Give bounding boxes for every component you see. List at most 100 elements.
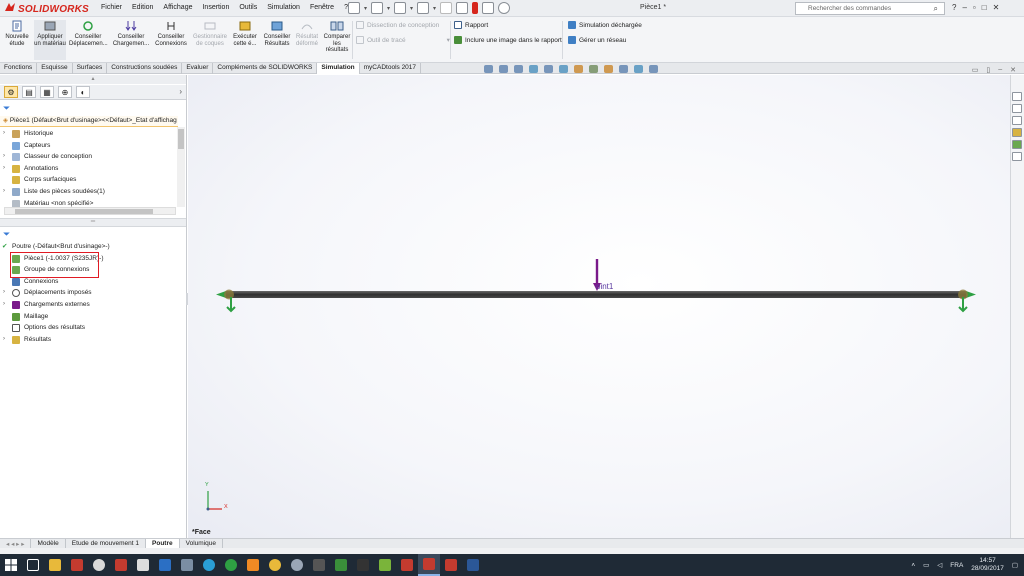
maximize-icon[interactable]: □ [982, 3, 987, 12]
panel-collapse-handle[interactable]: ▴ [0, 75, 186, 84]
help-button[interactable]: ? [952, 3, 956, 12]
study-item-deplacements[interactable]: › Déplacements imposés [0, 287, 186, 299]
tab-constructions-soudees[interactable]: Constructions soudées [107, 63, 183, 74]
file-explorer-icon[interactable] [1012, 116, 1022, 125]
taskbar-app-explorer[interactable] [44, 554, 66, 576]
close-icon[interactable]: ✕ [993, 3, 1000, 12]
zoom-area-icon[interactable] [499, 65, 508, 73]
graphics-area[interactable]: oint1 Y X *Face [188, 75, 1010, 538]
deformed-result-button[interactable]: Résultat déformé [294, 20, 320, 47]
taskbar-app-outlook[interactable] [154, 554, 176, 576]
design-dissection-button[interactable]: Dissection de conception [356, 21, 439, 29]
chevron-down-icon[interactable]: ▾ [410, 5, 413, 12]
hide-show-icon[interactable] [574, 65, 583, 73]
menu-fenetre[interactable]: Fenêtre [305, 4, 339, 11]
feature-manager-tab-icon[interactable]: ⚙ [4, 86, 18, 98]
previous-view-icon[interactable] [514, 65, 523, 73]
trace-tool-button[interactable]: Outil de tracé ▾ [356, 36, 450, 44]
apply-material-button[interactable]: Appliquer un matériau [34, 20, 66, 60]
beam-model[interactable] [188, 75, 1010, 538]
notifications-icon[interactable]: ▢ [1012, 561, 1018, 569]
compare-results-button[interactable]: Comparer les résultats [322, 20, 352, 54]
tab-fonctions[interactable]: Fonctions [0, 63, 38, 74]
menu-affichage[interactable]: Affichage [158, 4, 197, 11]
taskbar-app-misc[interactable] [176, 554, 198, 576]
minimize-icon[interactable]: – [962, 3, 966, 12]
design-library-icon[interactable] [1012, 104, 1022, 113]
run-study-button[interactable]: Exécuter cette é... [230, 20, 260, 47]
custom-properties-icon[interactable] [1012, 152, 1022, 161]
tree-item-liste-pieces-soudees[interactable]: › Liste des pièces soudées(1) [0, 186, 105, 198]
tab-mycadtools[interactable]: myCADtools 2017 [360, 63, 422, 74]
taskbar-app-green[interactable] [220, 554, 242, 576]
taskbar-app-vlc[interactable] [242, 554, 264, 576]
right-fixture-icon[interactable] [958, 289, 976, 313]
file-properties-icon[interactable] [482, 2, 495, 14]
appearances-icon[interactable] [1012, 140, 1022, 149]
scroll-thumb[interactable] [15, 209, 153, 214]
display-manager-tab-icon[interactable]: ◐ [76, 86, 90, 98]
chevron-down-icon[interactable]: ▾ [433, 5, 436, 12]
taskbar-app-skype[interactable] [198, 554, 220, 576]
view-palette-icon[interactable] [1012, 128, 1022, 137]
taskbar-app-sw2018[interactable] [440, 554, 462, 576]
taskbar-app-media[interactable] [308, 554, 330, 576]
clock[interactable]: 14:57 28/09/2017 [971, 557, 1004, 573]
print-icon[interactable] [417, 2, 430, 14]
taskbar-app-calculator[interactable] [132, 554, 154, 576]
doc-minimize-icon[interactable]: – [998, 66, 1002, 74]
panel-splitter[interactable]: ═ [0, 218, 186, 227]
filter-icon[interactable]: ⏷ [3, 103, 10, 114]
save-icon[interactable] [394, 2, 407, 14]
expand-arrow-icon[interactable]: › [3, 151, 5, 162]
scroll-thumb[interactable] [178, 129, 184, 149]
search-icon[interactable]: ⌕ [934, 4, 938, 14]
tab-simulation[interactable]: Simulation [317, 63, 360, 74]
doc-tile-icon[interactable]: ▯ [986, 66, 990, 74]
apply-scene-icon[interactable] [604, 65, 613, 73]
undo-icon[interactable] [440, 2, 453, 14]
options-gear-icon[interactable] [498, 2, 511, 14]
include-image-button[interactable]: Inclure une image dans le rapport [454, 36, 562, 44]
realview-icon[interactable] [634, 65, 643, 73]
configuration-manager-tab-icon[interactable]: ▦ [40, 86, 54, 98]
taskbar-app-chrome-like[interactable] [88, 554, 110, 576]
beam-body[interactable] [226, 291, 966, 298]
select-icon[interactable] [456, 2, 469, 14]
search-commands-input[interactable]: Rechercher des commandes ⌕ [795, 2, 945, 15]
loads-advisor-button[interactable]: Conseiller Chargemen... [111, 20, 151, 47]
study-item-chargements[interactable]: › Chargements externes [0, 299, 186, 311]
taskbar-app-sw2016[interactable] [396, 554, 418, 576]
home-icon[interactable] [1012, 92, 1022, 101]
manage-network-button[interactable]: Gérer un réseau [568, 36, 626, 44]
edit-appearance-icon[interactable] [589, 65, 598, 73]
view-orientation-icon[interactable] [544, 65, 553, 73]
feature-tree-hscrollbar[interactable] [4, 207, 176, 215]
chevron-down-icon[interactable]: ▾ [387, 5, 390, 12]
dimxpert-tab-icon[interactable]: ⊕ [58, 86, 72, 98]
taskbar-app-chrome[interactable] [264, 554, 286, 576]
taskbar-app-sw2017[interactable] [418, 554, 440, 576]
study-item-maillage[interactable]: Maillage [0, 311, 186, 323]
section-view-icon[interactable] [529, 65, 538, 73]
tab-esquisse[interactable]: Esquisse [37, 63, 73, 74]
expand-arrow-icon[interactable]: › [3, 299, 5, 310]
tree-item-corps-surfaciques[interactable]: Corps surfaciques [0, 174, 105, 186]
solidworks-logo[interactable]: SOLIDWORKS [4, 2, 89, 15]
expand-arrow-icon[interactable]: › [3, 163, 5, 174]
view-settings-icon[interactable] [619, 65, 628, 73]
chevron-right-icon[interactable]: › [179, 87, 182, 96]
menu-insertion[interactable]: Insertion [197, 4, 234, 11]
display-style-icon[interactable] [559, 65, 568, 73]
taskbar-app-inkscape[interactable] [352, 554, 374, 576]
tree-item-annotations[interactable]: › Annotations [0, 163, 105, 175]
start-button[interactable] [0, 554, 22, 576]
menu-simulation[interactable]: Simulation [262, 4, 305, 11]
menu-outils[interactable]: Outils [234, 4, 262, 11]
expand-arrow-icon[interactable]: › [3, 186, 5, 197]
rebuild-icon[interactable] [472, 2, 479, 14]
shadows-icon[interactable] [649, 65, 658, 73]
new-study-button[interactable]: Nouvelle étude [3, 20, 31, 47]
tab-surfaces[interactable]: Surfaces [73, 63, 108, 74]
tab-complements[interactable]: Compléments de SOLIDWORKS [213, 63, 318, 74]
